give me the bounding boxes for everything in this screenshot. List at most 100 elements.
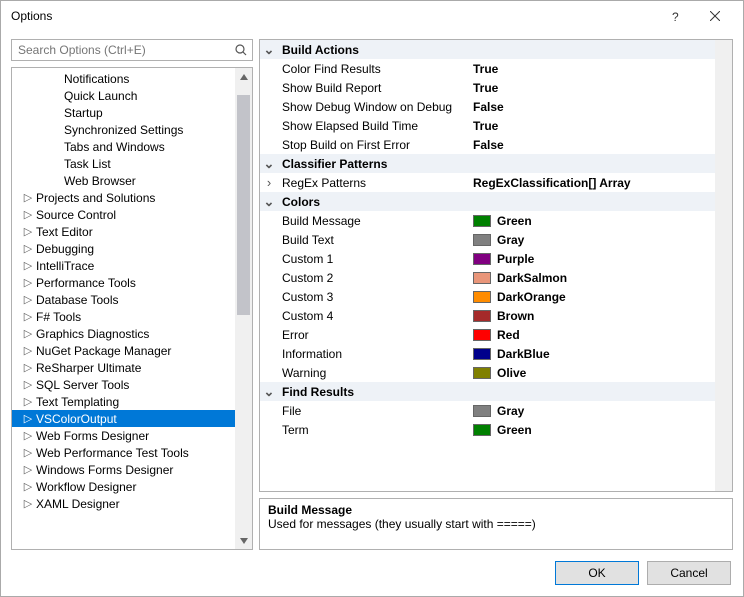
tree-scrollbar[interactable]: [235, 68, 252, 549]
tree-item[interactable]: ▷Source Control: [12, 206, 235, 223]
tree-item[interactable]: Startup: [12, 104, 235, 121]
property-row[interactable]: WarningOlive: [260, 363, 715, 382]
tree-item[interactable]: ▷Web Forms Designer: [12, 427, 235, 444]
scroll-thumb[interactable]: [237, 95, 250, 315]
expand-icon[interactable]: ▷: [22, 344, 34, 357]
search-icon[interactable]: [234, 43, 248, 57]
tree-item[interactable]: ▷Workflow Designer: [12, 478, 235, 495]
property-value[interactable]: Green: [473, 214, 715, 228]
property-category[interactable]: ⌄Colors: [260, 192, 715, 211]
ok-button[interactable]: OK: [555, 561, 639, 585]
expand-collapse-icon[interactable]: ⌄: [260, 156, 278, 172]
property-value[interactable]: False: [473, 100, 715, 114]
tree-item[interactable]: ▷Database Tools: [12, 291, 235, 308]
tree-item[interactable]: Web Browser: [12, 172, 235, 189]
grid-scrollbar[interactable]: [715, 40, 732, 491]
expand-icon[interactable]: ▷: [22, 259, 34, 272]
search-input[interactable]: [16, 42, 234, 58]
property-row[interactable]: Custom 1Purple: [260, 249, 715, 268]
expand-collapse-icon[interactable]: ⌄: [260, 194, 278, 210]
property-value[interactable]: DarkBlue: [473, 347, 715, 361]
property-value[interactable]: DarkOrange: [473, 290, 715, 304]
expand-icon[interactable]: ▷: [22, 446, 34, 459]
property-category[interactable]: ⌄Build Actions: [260, 40, 715, 59]
scroll-up-icon[interactable]: [235, 68, 252, 85]
tree-item[interactable]: ▷VSColorOutput: [12, 410, 235, 427]
tree-item[interactable]: ▷ReSharper Ultimate: [12, 359, 235, 376]
expand-icon[interactable]: ▷: [22, 361, 34, 374]
expand-icon[interactable]: ▷: [22, 429, 34, 442]
expand-icon[interactable]: ▷: [22, 327, 34, 340]
property-category[interactable]: ⌄Classifier Patterns: [260, 154, 715, 173]
property-value[interactable]: Green: [473, 423, 715, 437]
scroll-down-icon[interactable]: [235, 532, 252, 549]
tree-item[interactable]: Notifications: [12, 70, 235, 87]
tree-item[interactable]: ▷IntelliTrace: [12, 257, 235, 274]
property-value[interactable]: False: [473, 138, 715, 152]
tree-item[interactable]: Synchronized Settings: [12, 121, 235, 138]
tree-item[interactable]: ▷NuGet Package Manager: [12, 342, 235, 359]
expand-icon[interactable]: ▷: [22, 242, 34, 255]
property-row[interactable]: Build TextGray: [260, 230, 715, 249]
tree-item[interactable]: ▷Debugging: [12, 240, 235, 257]
expand-icon[interactable]: ▷: [22, 208, 34, 221]
tree-item[interactable]: ▷Text Editor: [12, 223, 235, 240]
expand-icon[interactable]: ▷: [22, 395, 34, 408]
expand-icon[interactable]: ▷: [22, 310, 34, 323]
property-row[interactable]: Show Elapsed Build TimeTrue: [260, 116, 715, 135]
property-row[interactable]: ErrorRed: [260, 325, 715, 344]
tree-item[interactable]: Task List: [12, 155, 235, 172]
expand-icon[interactable]: ▷: [22, 293, 34, 306]
property-value[interactable]: True: [473, 62, 715, 76]
tree-item[interactable]: ▷Text Templating: [12, 393, 235, 410]
tree-item[interactable]: ▷Performance Tools: [12, 274, 235, 291]
tree-item[interactable]: ▷XAML Designer: [12, 495, 235, 512]
property-value[interactable]: Red: [473, 328, 715, 342]
cancel-button[interactable]: Cancel: [647, 561, 731, 585]
property-value[interactable]: RegExClassification[] Array: [473, 176, 715, 190]
property-value[interactable]: True: [473, 81, 715, 95]
property-value[interactable]: Gray: [473, 404, 715, 418]
expand-collapse-icon[interactable]: ⌄: [260, 42, 278, 58]
tree-item[interactable]: ▷Projects and Solutions: [12, 189, 235, 206]
property-row[interactable]: Custom 3DarkOrange: [260, 287, 715, 306]
tree-item[interactable]: ▷Web Performance Test Tools: [12, 444, 235, 461]
property-value[interactable]: Purple: [473, 252, 715, 266]
expand-icon[interactable]: ▷: [22, 480, 34, 493]
close-button[interactable]: [695, 1, 735, 31]
expand-icon[interactable]: ▷: [22, 191, 34, 204]
property-row[interactable]: Custom 4Brown: [260, 306, 715, 325]
property-value[interactable]: Olive: [473, 366, 715, 380]
tree-item[interactable]: ▷SQL Server Tools: [12, 376, 235, 393]
property-row[interactable]: ›RegEx PatternsRegExClassification[] Arr…: [260, 173, 715, 192]
expand-icon[interactable]: ▷: [22, 276, 34, 289]
expand-collapse-icon[interactable]: ›: [260, 175, 278, 190]
search-input-wrap[interactable]: [11, 39, 253, 61]
property-row[interactable]: Build MessageGreen: [260, 211, 715, 230]
property-row[interactable]: InformationDarkBlue: [260, 344, 715, 363]
property-value[interactable]: DarkSalmon: [473, 271, 715, 285]
expand-collapse-icon[interactable]: ⌄: [260, 384, 278, 400]
tree-item[interactable]: Quick Launch: [12, 87, 235, 104]
expand-icon[interactable]: ▷: [22, 463, 34, 476]
property-row[interactable]: TermGreen: [260, 420, 715, 439]
tree-item[interactable]: ▷F# Tools: [12, 308, 235, 325]
property-value[interactable]: Brown: [473, 309, 715, 323]
property-row[interactable]: FileGray: [260, 401, 715, 420]
property-row[interactable]: Custom 2DarkSalmon: [260, 268, 715, 287]
expand-icon[interactable]: ▷: [22, 378, 34, 391]
property-value[interactable]: True: [473, 119, 715, 133]
help-button[interactable]: ?: [655, 1, 695, 31]
property-row[interactable]: Show Build ReportTrue: [260, 78, 715, 97]
property-row[interactable]: Stop Build on First ErrorFalse: [260, 135, 715, 154]
expand-icon[interactable]: ▷: [22, 497, 34, 510]
property-row[interactable]: Show Debug Window on DebugFalse: [260, 97, 715, 116]
property-value[interactable]: Gray: [473, 233, 715, 247]
expand-icon[interactable]: ▷: [22, 412, 34, 425]
tree-item[interactable]: ▷Graphics Diagnostics: [12, 325, 235, 342]
tree-item[interactable]: Tabs and Windows: [12, 138, 235, 155]
tree-item[interactable]: ▷Windows Forms Designer: [12, 461, 235, 478]
property-row[interactable]: Color Find ResultsTrue: [260, 59, 715, 78]
expand-icon[interactable]: ▷: [22, 225, 34, 238]
property-category[interactable]: ⌄Find Results: [260, 382, 715, 401]
